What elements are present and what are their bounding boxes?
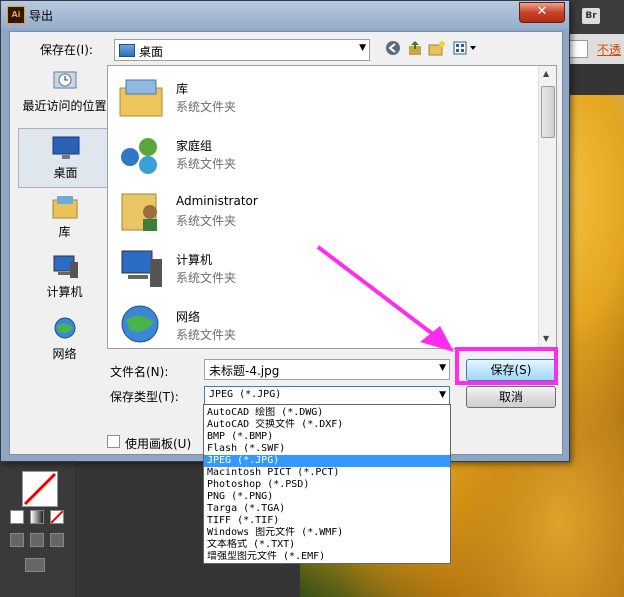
filetype-select[interactable]: JPEG (*.JPG) ▼	[204, 386, 450, 406]
scroll-up-icon[interactable]: ▲	[543, 69, 549, 78]
recent-places-icon	[53, 71, 76, 89]
file-name: 库	[176, 82, 189, 96]
chevron-down-icon: ▼	[439, 390, 446, 400]
new-folder-icon[interactable]	[428, 40, 446, 58]
none-mode-button[interactable]	[50, 510, 64, 524]
filetype-option[interactable]: AutoCAD 交换文件 (*.DXF)	[204, 419, 450, 431]
save-highlight-box	[455, 347, 558, 385]
filetype-option[interactable]: 文本格式 (*.TXT)	[204, 539, 450, 551]
places-item-computer[interactable]: 计算机	[18, 254, 111, 306]
desktop-icon	[52, 136, 79, 159]
filetype-option[interactable]: BMP (*.BMP)	[204, 431, 450, 443]
filetype-option[interactable]: AutoCAD 绘图 (*.DWG)	[204, 407, 450, 419]
illustrator-app-icon: Ai	[7, 6, 25, 24]
filetype-option[interactable]: PNG (*.PNG)	[204, 491, 450, 503]
user-folder-icon	[121, 193, 157, 231]
screen-mode-button[interactable]	[25, 558, 45, 572]
file-list: 库 系统文件夹 家庭组 系统文件夹 Administrator 系统文件夹 计算…	[107, 65, 557, 349]
chevron-down-icon: ▼	[439, 363, 446, 373]
opacity-link[interactable]: 不透	[597, 41, 621, 58]
place-label: 库	[58, 225, 71, 239]
filename-input[interactable]: 未标题-4.jpg ▼	[204, 359, 450, 380]
file-type: 系统文件夹	[176, 157, 237, 171]
view-menu-icon[interactable]	[452, 40, 480, 58]
place-label: 计算机	[46, 285, 83, 299]
computer-icon	[53, 255, 78, 278]
gradient-mode-button[interactable]	[30, 510, 44, 524]
scroll-down-icon[interactable]: ▼	[543, 334, 549, 343]
file-type: 系统文件夹	[176, 214, 237, 228]
back-icon[interactable]	[384, 40, 402, 58]
network-icon	[54, 317, 75, 339]
color-mode-button[interactable]	[10, 510, 24, 524]
draw-normal-button[interactable]	[10, 533, 24, 547]
list-item-homegroup[interactable]: 家庭组 系统文件夹	[116, 129, 536, 183]
filetype-option[interactable]: Macintosh PICT (*.PCT)	[204, 467, 450, 479]
save-in-combo[interactable]: 桌面 ▼	[114, 39, 370, 61]
list-item-computer[interactable]: 计算机 系统文件夹	[116, 243, 536, 297]
homegroup-icon	[121, 138, 157, 174]
list-item-administrator[interactable]: Administrator 系统文件夹	[116, 186, 536, 240]
dialog-title: 导出	[29, 9, 54, 23]
file-name: 家庭组	[176, 139, 213, 153]
dialog-titlebar: Ai 导出 ✕	[1, 1, 569, 29]
bridge-button[interactable]: Br	[582, 8, 600, 24]
chevron-down-icon: ▼	[359, 43, 366, 53]
file-type: 系统文件夹	[176, 100, 237, 114]
filetype-option[interactable]: Windows 图元文件 (*.WMF)	[204, 527, 450, 539]
filetype-dropdown-list: AutoCAD 绘图 (*.DWG) AutoCAD 交换文件 (*.DXF) BM…	[203, 404, 451, 564]
places-item-recent[interactable]: 最近访问的位置	[18, 68, 111, 126]
file-name: 计算机	[176, 253, 213, 267]
filename-label: 文件名(N):	[110, 365, 169, 379]
filetype-option[interactable]: Flash (*.SWF)	[204, 443, 450, 455]
filetype-option[interactable]: Targa (*.TGA)	[204, 503, 450, 515]
filetype-option[interactable]: TIFF (*.TIF)	[204, 515, 450, 527]
scrollbar-thumb[interactable]	[541, 86, 555, 138]
library-icon	[52, 196, 77, 219]
file-type: 系统文件夹	[176, 271, 237, 285]
place-label: 最近访问的位置	[22, 99, 107, 113]
list-item-library[interactable]: 库 系统文件夹	[116, 72, 536, 126]
network-icon	[121, 305, 159, 343]
place-label: 桌面	[53, 166, 78, 180]
export-dialog: Ai 导出 ✕ 保存在(I): 桌面 ▼ 最近访问的位置 桌面 库 计算机 网络…	[0, 0, 570, 462]
list-item-network[interactable]: 网络 系统文件夹	[116, 300, 536, 348]
draw-inside-button[interactable]	[50, 533, 64, 547]
filetype-option[interactable]: Photoshop (*.PSD)	[204, 479, 450, 491]
filename-value: 未标题-4.jpg	[209, 364, 280, 378]
artboard-checkbox[interactable]	[107, 435, 120, 448]
filetype-option[interactable]: JPEG (*.JPG)	[204, 455, 450, 467]
file-list-scrollbar[interactable]: ▲ ▼	[538, 66, 556, 348]
places-item-desktop[interactable]: 桌面	[18, 128, 113, 188]
fill-stroke-swatch[interactable]	[22, 471, 58, 507]
place-label: 网络	[52, 347, 77, 361]
save-in-value: 桌面	[139, 45, 164, 59]
file-name: Administrator	[176, 194, 258, 208]
cancel-button[interactable]: 取消	[466, 386, 556, 408]
artboard-checkbox-label: 使用画板(U)	[125, 437, 192, 451]
places-item-library[interactable]: 库	[18, 194, 111, 246]
filetype-option[interactable]: 增强型图元文件 (*.EMF)	[204, 551, 450, 563]
tools-panel	[0, 455, 75, 597]
close-button[interactable]: ✕	[519, 2, 565, 23]
places-item-network[interactable]: 网络	[18, 316, 111, 368]
draw-behind-button[interactable]	[30, 533, 44, 547]
filetype-label: 保存类型(T):	[110, 390, 179, 404]
places-bar: 最近访问的位置 桌面 库 计算机 网络	[18, 64, 113, 364]
computer-icon	[121, 250, 162, 287]
file-name: 网络	[176, 310, 201, 324]
save-in-label: 保存在(I):	[40, 43, 93, 57]
filetype-value: JPEG (*.JPG)	[209, 389, 282, 400]
library-icon	[119, 79, 163, 117]
desktop-folder-icon	[119, 44, 135, 57]
dialog-client-area: 保存在(I): 桌面 ▼ 最近访问的位置 桌面 库 计算机 网络 库 系统文件夹…	[9, 31, 563, 455]
file-type: 系统文件夹	[176, 328, 237, 342]
up-folder-icon[interactable]	[406, 40, 424, 58]
